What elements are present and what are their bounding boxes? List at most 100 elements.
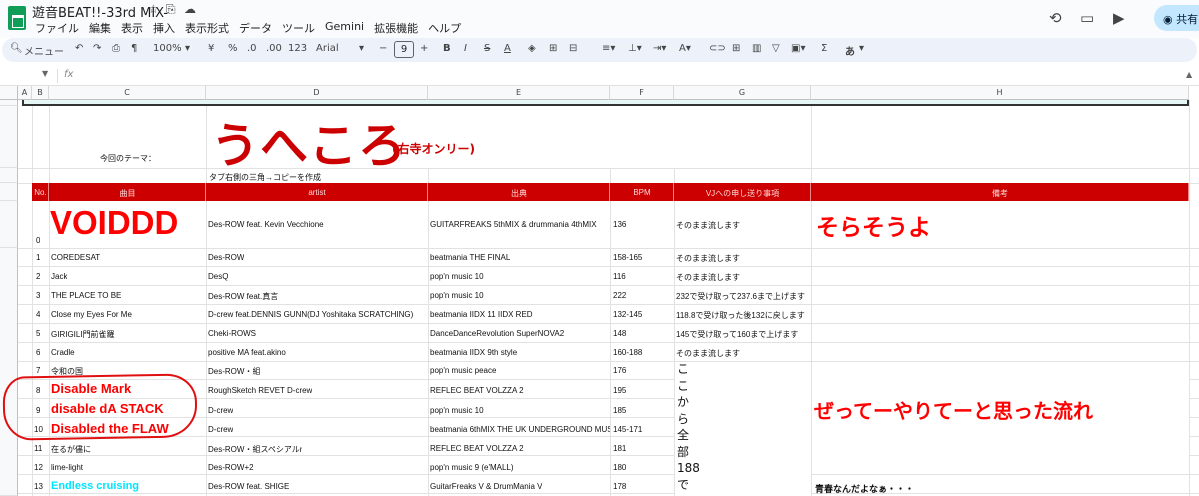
menu-extensions[interactable]: 拡張機能 xyxy=(369,20,423,36)
column-header-c[interactable]: C xyxy=(49,86,206,100)
vj-cell[interactable]: 232で受け取って237.6まで上げます xyxy=(676,291,810,302)
source-cell[interactable]: beatmania THE FINAL xyxy=(430,253,510,262)
row-number[interactable]: 0 xyxy=(36,236,40,245)
source-cell[interactable]: pop'n music 10 xyxy=(430,272,484,281)
cloud-status-icon[interactable]: ☁ xyxy=(184,2,196,16)
insert-comment-icon[interactable]: ⊞ xyxy=(732,43,740,54)
note-big-2[interactable]: ぜってーやりてーと思った流れ xyxy=(814,395,1093,424)
row-number[interactable]: 6 xyxy=(36,348,40,357)
artist-cell[interactable]: D-crew xyxy=(208,406,233,415)
row-number[interactable]: 12 xyxy=(34,463,43,472)
artist-cell[interactable]: Des-ROW feat. SHIGE xyxy=(208,482,289,491)
bpm-cell[interactable]: 158-165 xyxy=(613,253,642,262)
bold-button[interactable]: B xyxy=(443,43,451,54)
column-header-b[interactable]: B xyxy=(32,86,49,100)
artist-cell[interactable]: Des-ROW・組 xyxy=(208,366,260,377)
bpm-cell[interactable]: 160-188 xyxy=(613,348,642,357)
menu-help[interactable]: ヘルプ xyxy=(423,20,466,36)
artist-cell[interactable]: Des-ROW feat. Kevin Vecchione xyxy=(208,220,324,229)
vj-cell[interactable]: 145で受け取って160まで上げます xyxy=(676,329,810,340)
bpm-cell[interactable]: 136 xyxy=(613,220,626,229)
input-tools-chevron-icon[interactable]: ▾ xyxy=(859,43,864,54)
fill-color-icon[interactable]: ◈ xyxy=(528,43,536,54)
share-button[interactable]: ◉ 共有 xyxy=(1154,5,1199,31)
number-format-button[interactable]: 123 xyxy=(288,43,307,54)
borders-icon[interactable]: ⊞ xyxy=(549,43,557,54)
bpm-cell[interactable]: 132-145 xyxy=(613,310,642,319)
source-cell[interactable]: beatmania IIDX 9th style xyxy=(430,348,517,357)
vj-cell[interactable]: そのまま流します xyxy=(676,220,740,231)
percent-button[interactable]: % xyxy=(228,43,238,54)
name-box-chevron-icon[interactable]: ▼ xyxy=(42,69,48,78)
move-folder-icon[interactable]: ⎘ xyxy=(166,2,176,17)
vj-cell[interactable]: そのまま流します xyxy=(676,348,740,359)
zoom-chevron-icon[interactable]: ▾ xyxy=(185,43,190,54)
artist-cell[interactable]: positive MA feat.akino xyxy=(208,348,286,357)
song-cell[interactable]: Close my Eyes For Me xyxy=(51,310,132,319)
font-size-decrease-icon[interactable]: − xyxy=(379,43,387,54)
bpm-cell[interactable]: 176 xyxy=(613,366,626,375)
increase-decimal-button[interactable]: .00 xyxy=(266,43,282,54)
bpm-cell[interactable]: 181 xyxy=(613,444,626,453)
wrap-text-icon[interactable]: ⇥▾ xyxy=(653,43,666,54)
history-icon[interactable]: ⟲ xyxy=(1049,9,1062,27)
redo-icon[interactable]: ↷ xyxy=(93,43,101,54)
decrease-decimal-button[interactable]: .0 xyxy=(247,43,257,54)
source-cell[interactable]: pop'n music 9 (e'MALL) xyxy=(430,463,514,472)
row-number[interactable]: 4 xyxy=(36,310,40,319)
row-number[interactable]: 5 xyxy=(36,329,40,338)
row-number[interactable]: 11 xyxy=(34,444,42,453)
merge-cells-icon[interactable]: ⊟ xyxy=(569,43,577,54)
bpm-cell[interactable]: 116 xyxy=(613,272,626,281)
row-number[interactable]: 13 xyxy=(34,482,43,491)
artist-cell[interactable]: D-crew xyxy=(208,425,233,434)
column-header-h[interactable]: H xyxy=(811,86,1189,100)
row-header[interactable] xyxy=(0,168,18,183)
bpm-cell[interactable]: 185 xyxy=(613,406,626,415)
align-vertical-icon[interactable]: ⊥▾ xyxy=(628,43,642,54)
source-cell[interactable]: GuitarFreaks V & DrumMania V xyxy=(430,482,542,491)
insert-chart-icon[interactable]: ▥ xyxy=(752,43,761,54)
menu-file[interactable]: ファイル xyxy=(30,20,84,36)
font-size-increase-icon[interactable]: + xyxy=(420,43,428,54)
artist-cell[interactable]: D-crew feat.DENNIS GUNN(DJ Yoshitaka SCR… xyxy=(208,310,427,319)
row-number[interactable]: 2 xyxy=(36,272,40,281)
text-rotation-icon[interactable]: A▾ xyxy=(679,43,691,54)
select-all-corner[interactable] xyxy=(0,86,18,100)
menu-edit[interactable]: 編集 xyxy=(84,20,116,36)
source-cell[interactable]: pop'n music 10 xyxy=(430,291,484,300)
song-cell[interactable]: lime-light xyxy=(51,463,83,472)
artist-cell[interactable]: Des-ROW feat.真言 xyxy=(208,291,278,302)
meet-icon[interactable]: ▶ xyxy=(1113,9,1125,27)
row-header[interactable] xyxy=(0,201,18,248)
functions-button[interactable]: Σ xyxy=(821,43,827,54)
note-cell[interactable]: 青春なんだよなぁ・・・ xyxy=(815,482,914,495)
artist-cell[interactable]: Cheki-ROWS xyxy=(208,329,256,338)
paint-format-icon[interactable]: ¶ xyxy=(131,43,137,54)
note-big[interactable]: そらそうよ xyxy=(816,208,931,242)
row-header[interactable] xyxy=(0,248,18,496)
menu-format[interactable]: 表示形式 xyxy=(180,20,234,36)
strikethrough-button[interactable]: S xyxy=(484,43,490,54)
artist-cell[interactable]: RoughSketch REVET D-crew xyxy=(208,386,312,395)
column-header-f[interactable]: F xyxy=(610,86,674,100)
row-number[interactable]: 7 xyxy=(36,366,40,375)
song-cell[interactable]: Jack xyxy=(51,272,67,281)
menu-tools[interactable]: ツール xyxy=(277,20,320,36)
filter-views-icon[interactable]: ▣▾ xyxy=(791,43,805,54)
menu-data[interactable]: データ xyxy=(234,20,277,36)
song-cell-cyan[interactable]: Endless cruising xyxy=(51,480,139,492)
row-number[interactable]: 1 xyxy=(36,253,40,262)
source-cell[interactable]: pop'n music 10 xyxy=(430,406,484,415)
menu-view[interactable]: 表示 xyxy=(116,20,148,36)
scroll-up-icon[interactable]: ▲ xyxy=(1186,66,1199,86)
italic-button[interactable]: I xyxy=(464,43,467,54)
source-cell[interactable]: beatmania 6thMIX THE UK UNDERGROUND MUSI… xyxy=(430,425,610,434)
bpm-cell[interactable]: 145-171 xyxy=(613,425,642,434)
font-size-input[interactable]: 9 xyxy=(394,41,414,58)
input-tools-button[interactable]: あ xyxy=(845,43,855,58)
filter-icon[interactable]: ▽ xyxy=(772,43,780,54)
song-cell[interactable]: THE PLACE TO BE xyxy=(51,291,121,300)
bpm-cell[interactable]: 195 xyxy=(613,386,626,395)
artist-cell[interactable]: DesQ xyxy=(208,272,228,281)
